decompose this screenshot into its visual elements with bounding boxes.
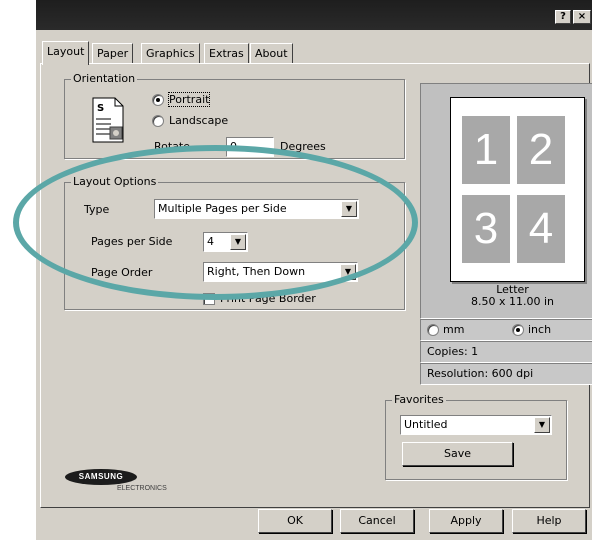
- favorites-select[interactable]: Untitled ▼: [400, 415, 552, 435]
- close-title-button[interactable]: ×: [573, 10, 591, 24]
- rotate-value: 0: [230, 140, 237, 153]
- tab-layout[interactable]: Layout: [42, 41, 90, 65]
- rotate-label: Rotate: [154, 140, 191, 153]
- ok-button[interactable]: OK: [258, 509, 332, 533]
- inch-label: inch: [528, 323, 552, 336]
- pages-per-side-label: Pages per Side: [91, 235, 173, 248]
- preview-page-1: 1: [462, 116, 510, 184]
- chevron-down-icon: ▼: [534, 417, 550, 433]
- type-select[interactable]: Multiple Pages per Side ▼: [154, 199, 359, 219]
- mm-label: mm: [443, 323, 465, 336]
- resolution-box: Resolution: 600 dpi: [420, 363, 592, 385]
- degrees-label: Degrees: [280, 140, 326, 153]
- favorites-value: Untitled: [404, 418, 448, 431]
- landscape-radio[interactable]: [152, 115, 164, 127]
- favorites-label: Favorites: [392, 393, 446, 406]
- page-order-label: Page Order: [91, 266, 153, 279]
- pages-per-side-value: 4: [207, 235, 214, 248]
- save-favorite-button[interactable]: Save: [402, 442, 513, 466]
- paper-size: 8.50 x 11.00 in: [470, 295, 554, 308]
- layout-preview: 1 2 3 4 Letter 8.50 x 11.00 in: [420, 83, 592, 319]
- tab-extras[interactable]: Extras: [204, 43, 249, 64]
- title-bar: ? ×: [36, 0, 592, 30]
- portrait-radio[interactable]: [152, 94, 164, 106]
- type-value: Multiple Pages per Side: [158, 202, 287, 215]
- mm-radio[interactable]: [427, 324, 439, 336]
- help-button[interactable]: Help: [512, 509, 586, 533]
- units-box: mm inch: [420, 319, 592, 341]
- type-label: Type: [84, 203, 110, 216]
- page-order-value: Right, Then Down: [207, 265, 306, 278]
- print-page-border-label: Print Page Border: [220, 292, 316, 305]
- pages-per-side-select[interactable]: 4 ▼: [203, 232, 248, 252]
- orientation-label: Orientation: [71, 72, 138, 85]
- cancel-button[interactable]: Cancel: [340, 509, 414, 533]
- rotate-spinner[interactable]: 0: [226, 137, 274, 157]
- preview-page-4: 4: [517, 195, 565, 263]
- printer-properties-window: ? × Layout Paper Graphics Extras About O…: [13, 0, 592, 540]
- copies-text: Copies: 1: [427, 345, 479, 358]
- landscape-label: Landscape: [169, 114, 229, 127]
- inch-radio[interactable]: [512, 324, 524, 336]
- samsung-logo: SAMSUNG ELECTRONICS: [65, 469, 167, 497]
- preview-page-3: 3: [462, 195, 510, 263]
- document-orientation-icon: S: [91, 97, 125, 143]
- tab-paper[interactable]: Paper: [92, 43, 134, 64]
- portrait-label: Portrait: [167, 92, 211, 107]
- svg-text:S: S: [97, 103, 104, 114]
- layout-options-label: Layout Options: [71, 175, 159, 188]
- chevron-down-icon: ▼: [340, 264, 356, 280]
- tab-graphics[interactable]: Graphics: [141, 43, 200, 64]
- apply-button[interactable]: Apply: [429, 509, 503, 533]
- resolution-text: Resolution: 600 dpi: [427, 367, 534, 380]
- samsung-logo-oval: SAMSUNG: [65, 469, 137, 485]
- page-order-select[interactable]: Right, Then Down ▼: [203, 262, 358, 282]
- tab-about[interactable]: About: [250, 43, 293, 64]
- preview-paper: 1 2 3 4: [450, 97, 585, 282]
- samsung-logo-sub: ELECTRONICS: [117, 485, 167, 492]
- favorites-group: Favorites: [385, 393, 567, 480]
- chevron-down-icon: ▼: [230, 234, 246, 250]
- copies-box: Copies: 1: [420, 341, 592, 363]
- print-page-border-checkbox[interactable]: [203, 293, 215, 305]
- chevron-down-icon: ▼: [341, 201, 357, 217]
- help-title-button[interactable]: ?: [555, 10, 571, 24]
- preview-page-2: 2: [517, 116, 565, 184]
